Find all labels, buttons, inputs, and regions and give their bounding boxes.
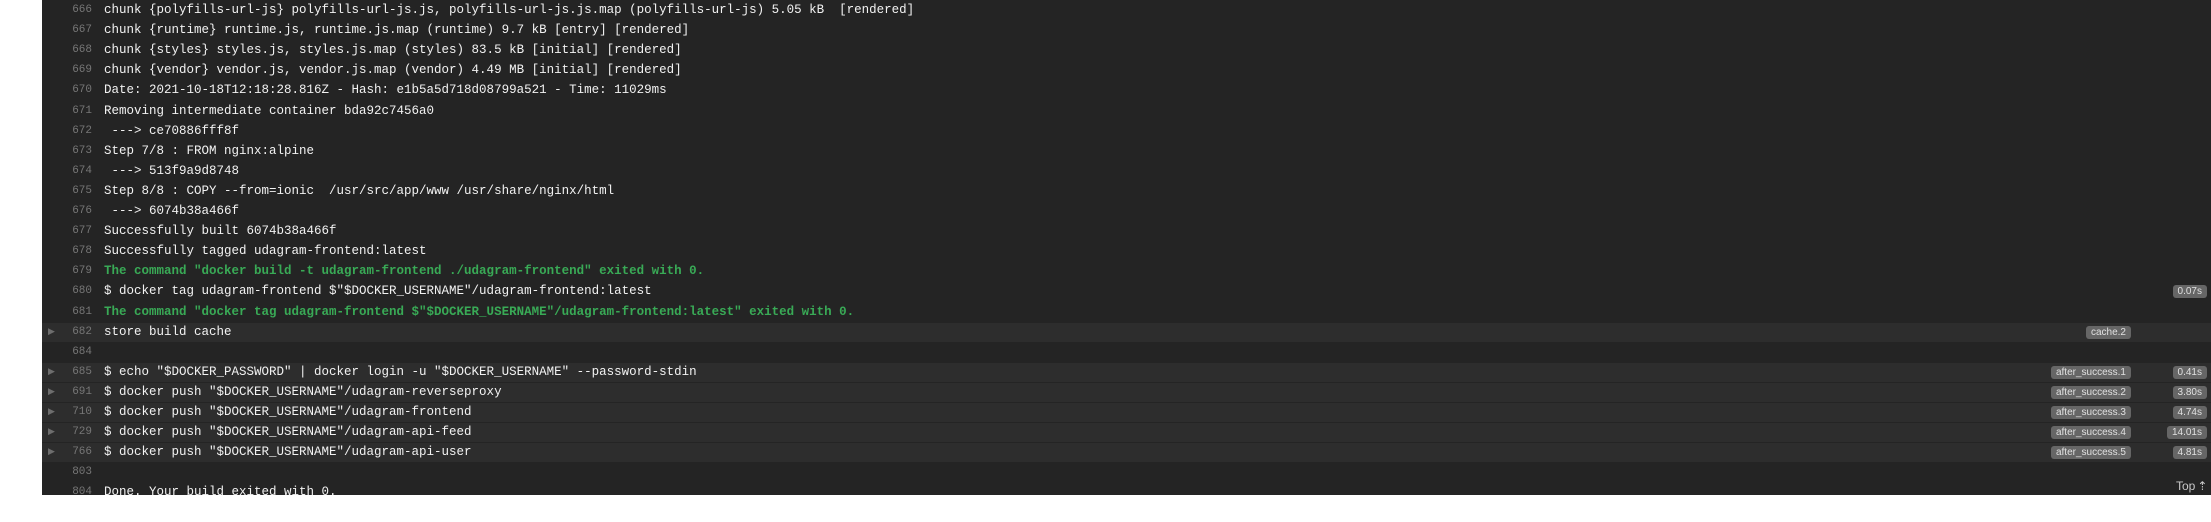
line-number[interactable]: 675 bbox=[42, 182, 92, 201]
duration-badge: 0.41s bbox=[2172, 365, 2207, 379]
line-text: $ docker tag udagram-frontend $"$DOCKER_… bbox=[104, 284, 652, 299]
duration-badge: 14.01s bbox=[2166, 426, 2207, 440]
stage-badge: after_success.3 bbox=[2050, 406, 2131, 419]
log-line: 675 Step 8/8 : COPY --from=ionic /usr/src… bbox=[42, 182, 2211, 201]
line-number[interactable]: 679 bbox=[42, 262, 92, 281]
log-line: 678 Successfully tagged udagram-frontend:… bbox=[42, 242, 2211, 261]
stage-badge: after_success.1 bbox=[2050, 365, 2131, 379]
log-line: 679 The command "docker build -t udagram-… bbox=[42, 262, 2211, 281]
line-number[interactable]: 678 bbox=[42, 242, 92, 261]
stage-badge: cache.2 bbox=[2085, 325, 2131, 339]
line-number[interactable]: 682 bbox=[42, 323, 92, 342]
log-line: 668 chunk {styles} styles.js, styles.js.m… bbox=[42, 41, 2211, 60]
line-number[interactable]: 674 bbox=[42, 162, 92, 181]
log-line: 681 The command "docker tag udagram-front… bbox=[42, 303, 2211, 322]
stage-badge: after_success.4 bbox=[2050, 426, 2131, 440]
log-line: 673 Step 7/8 : FROM nginx:alpine bbox=[42, 142, 2211, 161]
line-number[interactable]: 676 bbox=[42, 202, 92, 221]
line-text: chunk {runtime} runtime.js, runtime.js.m… bbox=[104, 23, 690, 38]
line-number[interactable]: 684 bbox=[42, 343, 92, 362]
line-text: $ docker push "$DOCKER_USERNAME"/udagram… bbox=[104, 425, 472, 440]
scroll-to-top-link[interactable]: Top ⇡ bbox=[2176, 479, 2207, 493]
log-fold-line[interactable]: ▶ 729 $ docker push "$DOCKER_USERNAME"/uda… bbox=[42, 423, 2211, 443]
line-text: Successfully built 6074b38a466f bbox=[104, 224, 337, 239]
line-text: Step 7/8 : FROM nginx:alpine bbox=[104, 143, 315, 158]
log-fold-line[interactable]: ▶ 766 $ docker push "$DOCKER_USERNAME"/uda… bbox=[42, 443, 2211, 463]
line-number[interactable]: 681 bbox=[42, 303, 92, 322]
log-line: 676 ---> 6074b38a466f bbox=[42, 202, 2211, 221]
line-text: Date: 2021-10-18T12:18:28.816Z - Hash: e… bbox=[104, 83, 667, 98]
duration-badge: 4.74s bbox=[2172, 406, 2207, 419]
duration-badge: 4.81s bbox=[2172, 446, 2207, 460]
arrow-up-icon: ⇡ bbox=[2197, 479, 2208, 493]
line-text: store build cache bbox=[104, 324, 232, 339]
line-text: Successfully tagged udagram-frontend:lat… bbox=[104, 244, 427, 259]
line-text: $ echo "$DOCKER_PASSWORD" | docker login… bbox=[104, 364, 697, 379]
log-line: 803 bbox=[42, 463, 2211, 482]
line-text: The command "docker build -t udagram-fro… bbox=[104, 264, 705, 279]
line-number[interactable]: 672 bbox=[42, 122, 92, 141]
log-fold-line[interactable]: ▶ 691 $ docker push "$DOCKER_USERNAME"/uda… bbox=[42, 382, 2211, 402]
log-fold-line[interactable]: ▶ 685 $ echo "$DOCKER_PASSWORD" | docker l… bbox=[42, 362, 2211, 382]
line-number[interactable]: 668 bbox=[42, 41, 92, 60]
line-text: Step 8/8 : COPY --from=ionic /usr/src/ap… bbox=[104, 183, 615, 198]
line-text: $ docker push "$DOCKER_USERNAME"/udagram… bbox=[104, 384, 502, 399]
log-line: 669 chunk {vendor} vendor.js, vendor.js.m… bbox=[42, 61, 2211, 80]
line-text: ---> 6074b38a466f bbox=[104, 204, 240, 218]
line-text: $ docker push "$DOCKER_USERNAME"/udagram… bbox=[104, 405, 472, 419]
log-line: 667 chunk {runtime} runtime.js, runtime.j… bbox=[42, 21, 2211, 40]
stage-badge: after_success.5 bbox=[2050, 446, 2131, 460]
log-line: 674 ---> 513f9a9d8748 bbox=[42, 162, 2211, 181]
log-line: 671 Removing intermediate container bda92… bbox=[42, 102, 2211, 121]
line-text: The command "docker tag udagram-frontend… bbox=[104, 304, 855, 319]
log-line: 680 $ docker tag udagram-frontend $"$DOCK… bbox=[42, 282, 2211, 301]
line-number[interactable]: 803 bbox=[42, 463, 92, 482]
log-line: 804 Done. Your build exited with 0. bbox=[42, 483, 2211, 495]
line-text: $ docker push "$DOCKER_USERNAME"/udagram… bbox=[104, 445, 472, 460]
line-text: ---> 513f9a9d8748 bbox=[104, 163, 240, 178]
build-log: 666 chunk {polyfills-url-js} polyfills-ur… bbox=[42, 0, 2211, 495]
duration-badge: 0.07s bbox=[2172, 285, 2207, 299]
line-number[interactable]: 667 bbox=[42, 21, 92, 40]
log-fold-line[interactable]: ▶ 682 store build cache cache.2 bbox=[42, 322, 2211, 342]
log-line: 670 Date: 2021-10-18T12:18:28.816Z - Hash… bbox=[42, 81, 2211, 100]
line-number[interactable]: 680 bbox=[42, 282, 92, 301]
line-number[interactable]: 677 bbox=[42, 222, 92, 241]
line-number[interactable]: 670 bbox=[42, 81, 92, 100]
line-number[interactable]: 671 bbox=[42, 102, 92, 121]
line-number[interactable]: 673 bbox=[42, 142, 92, 161]
log-line: 672 ---> ce70886fff8f bbox=[42, 122, 2211, 141]
line-number[interactable]: 669 bbox=[42, 61, 92, 80]
line-number[interactable]: 710 bbox=[42, 403, 92, 422]
line-text: Done. Your build exited with 0. bbox=[104, 485, 337, 495]
line-text: ---> ce70886fff8f bbox=[104, 123, 240, 138]
log-line: 666 chunk {polyfills-url-js} polyfills-ur… bbox=[42, 1, 2211, 20]
line-text: chunk {styles} styles.js, styles.js.map … bbox=[104, 43, 682, 58]
stage-badge: after_success.2 bbox=[2050, 385, 2131, 399]
log-fold-line[interactable]: ▶ 710 $ docker push "$DOCKER_USERNAME"/uda… bbox=[42, 403, 2211, 422]
duration-badge: 3.80s bbox=[2172, 385, 2207, 399]
log-line: 684 bbox=[42, 343, 2211, 362]
line-text: Removing intermediate container bda92c74… bbox=[104, 103, 435, 118]
line-text: chunk {vendor} vendor.js, vendor.js.map … bbox=[104, 63, 682, 78]
line-number[interactable]: 666 bbox=[42, 1, 92, 20]
top-link-label: Top bbox=[2176, 479, 2196, 493]
log-line: 677 Successfully built 6074b38a466f bbox=[42, 222, 2211, 241]
line-number[interactable]: 691 bbox=[42, 383, 92, 402]
line-number[interactable]: 685 bbox=[42, 363, 92, 382]
line-text: chunk {polyfills-url-js} polyfills-url-j… bbox=[104, 3, 915, 17]
line-number[interactable]: 766 bbox=[42, 443, 92, 462]
line-number[interactable]: 729 bbox=[42, 423, 92, 442]
line-number[interactable]: 804 bbox=[42, 483, 92, 495]
